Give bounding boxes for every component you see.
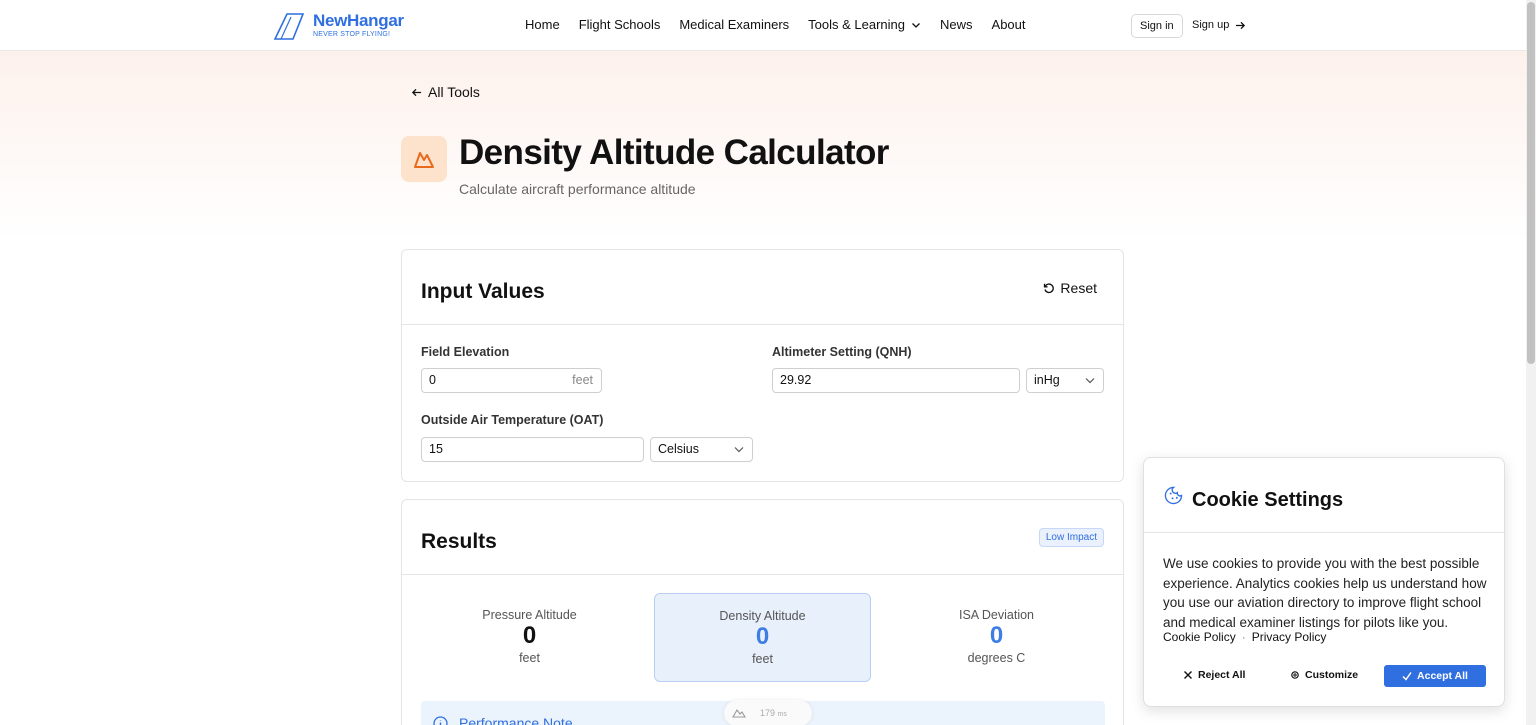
results-card-header: Results Low Impact xyxy=(402,500,1123,575)
input-values-card: Input Values Reset Field Elevation 0 fee… xyxy=(401,249,1124,482)
close-icon xyxy=(1184,671,1192,679)
arrow-left-icon xyxy=(411,88,422,96)
impact-badge: Low Impact xyxy=(1038,528,1104,547)
top-navbar: NewHangar NEVER STOP FLYING! Home Flight… xyxy=(0,0,1526,51)
oat-value: 15 xyxy=(429,442,443,456)
customize-button[interactable]: Customize xyxy=(1290,669,1358,681)
info-icon xyxy=(433,716,448,725)
altimeter-unit-value: inHg xyxy=(1034,373,1060,387)
sign-in-button[interactable]: Sign in xyxy=(1131,14,1183,38)
field-elevation-unit: feet xyxy=(572,373,593,387)
customize-label: Customize xyxy=(1305,669,1359,681)
field-elevation-input[interactable]: 0 feet xyxy=(421,368,602,393)
reset-button[interactable]: Reset xyxy=(1043,280,1097,296)
input-card-title: Input Values xyxy=(421,280,545,303)
plane-tail-logo-icon xyxy=(273,13,305,40)
main-nav: Home Flight Schools Medical Examiners To… xyxy=(525,17,1026,32)
reject-all-label: Reject All xyxy=(1198,669,1246,681)
cookie-description: We use cookies to provide you with the b… xyxy=(1163,556,1487,630)
oat-unit-value: Celsius xyxy=(658,442,699,456)
altimeter-setting-value: 29.92 xyxy=(780,373,812,387)
input-card-header: Input Values Reset xyxy=(402,250,1123,325)
reset-label: Reset xyxy=(1060,280,1097,296)
pressure-altitude-value: 0 xyxy=(522,622,537,649)
tool-icon-badge xyxy=(401,136,447,182)
back-link-label: All Tools xyxy=(428,84,480,100)
reject-all-button[interactable]: Reject All xyxy=(1183,669,1245,681)
nav-item-home[interactable]: Home xyxy=(525,17,560,32)
isa-deviation-stat: ISA Deviation 0 degrees C xyxy=(888,593,1105,682)
float-pill-value: 179 xyxy=(760,708,776,718)
nav-item-news[interactable]: News xyxy=(940,17,973,32)
floating-status-pill[interactable]: 179 ms xyxy=(724,700,812,725)
density-altitude-value: 0 xyxy=(755,623,770,650)
nav-item-tools-learning[interactable]: Tools & Learning xyxy=(808,17,921,32)
altimeter-setting-label: Altimeter Setting (QNH) xyxy=(772,345,912,359)
accept-all-button[interactable]: Accept All xyxy=(1384,665,1486,687)
brand-name: NewHangar xyxy=(313,11,404,30)
oat-unit-select[interactable]: Celsius xyxy=(650,437,753,462)
cookie-actions: Reject All Customize Accept All xyxy=(1163,665,1486,687)
separator-dot: · xyxy=(1241,630,1246,644)
density-altitude-stat: Density Altitude 0 feet xyxy=(654,593,871,682)
isa-deviation-unit: degrees C xyxy=(967,651,1026,665)
gear-icon xyxy=(1291,671,1299,679)
reset-icon xyxy=(1044,283,1055,294)
field-elevation-value: 0 xyxy=(429,373,436,387)
arrow-right-icon xyxy=(1236,21,1246,29)
check-icon xyxy=(1402,672,1412,681)
sign-up-button[interactable]: Sign up xyxy=(1192,19,1246,31)
oat-label: Outside Air Temperature (OAT) xyxy=(421,413,604,427)
isa-deviation-value: 0 xyxy=(989,622,1004,649)
pressure-altitude-unit: feet xyxy=(519,651,540,665)
density-altitude-unit: feet xyxy=(752,652,773,666)
scrollbar-thumb[interactable] xyxy=(1527,2,1535,364)
results-card: Results Low Impact Pressure Altitude 0 f… xyxy=(401,499,1124,725)
page-scrollbar[interactable] xyxy=(1526,0,1536,725)
float-pill-unit: ms xyxy=(777,711,787,718)
accept-all-label: Accept All xyxy=(1417,670,1468,682)
cookie-panel-header: Cookie Settings xyxy=(1144,458,1504,533)
nav-item-tools-learning-label: Tools & Learning xyxy=(808,17,906,32)
page-subtitle: Calculate aircraft performance altitude xyxy=(459,181,696,197)
brand-tagline: NEVER STOP FLYING! xyxy=(313,31,391,38)
pressure-altitude-stat: Pressure Altitude 0 feet xyxy=(421,593,638,682)
mountain-icon xyxy=(732,709,746,718)
density-altitude-label: Density Altitude xyxy=(719,609,806,623)
chevron-down-icon xyxy=(734,447,744,453)
nav-item-flight-schools[interactable]: Flight Schools xyxy=(579,17,661,32)
results-card-title: Results xyxy=(421,530,497,553)
altimeter-setting-input[interactable]: 29.92 xyxy=(772,368,1020,393)
privacy-policy-link[interactable]: Privacy Policy xyxy=(1252,630,1327,644)
field-elevation-label: Field Elevation xyxy=(421,345,510,359)
isa-deviation-label: ISA Deviation xyxy=(958,608,1035,622)
float-pill-text: 179 ms xyxy=(760,708,787,718)
nav-item-about[interactable]: About xyxy=(992,17,1026,32)
oat-input[interactable]: 15 xyxy=(421,437,644,462)
cookie-policy-links: Cookie Policy · Privacy Policy xyxy=(1163,630,1326,644)
cookie-panel-title: Cookie Settings xyxy=(1192,489,1344,511)
cookie-policy-link[interactable]: Cookie Policy xyxy=(1163,630,1236,644)
mountain-icon xyxy=(414,152,434,168)
chevron-down-icon xyxy=(1085,378,1095,384)
chevron-down-icon xyxy=(912,22,920,28)
brand-logo[interactable]: NewHangar NEVER STOP FLYING! xyxy=(273,12,404,40)
cookie-icon xyxy=(1164,486,1183,505)
performance-note-title: Performance Note xyxy=(459,715,573,725)
altimeter-unit-select[interactable]: inHg xyxy=(1026,368,1104,393)
nav-item-medical-examiners[interactable]: Medical Examiners xyxy=(679,17,789,32)
page-title: Density Altitude Calculator xyxy=(459,133,889,172)
cookie-settings-panel: Cookie Settings We use cookies to provid… xyxy=(1143,457,1505,707)
sign-up-label: Sign up xyxy=(1192,19,1230,31)
pressure-altitude-label: Pressure Altitude xyxy=(482,608,577,622)
back-to-all-tools-link[interactable]: All Tools xyxy=(411,84,480,100)
